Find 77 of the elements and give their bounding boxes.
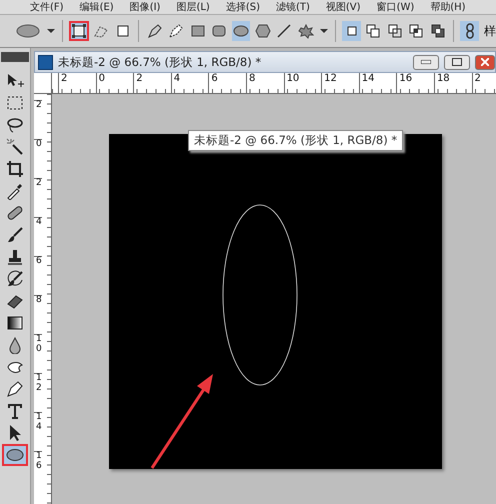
ruler-number: 6 xyxy=(208,73,246,93)
menu-item[interactable]: 编辑(E) xyxy=(80,0,114,14)
maximize-icon xyxy=(452,58,462,66)
ruler-number: 4 xyxy=(34,217,42,256)
link-button[interactable] xyxy=(460,21,479,41)
overlapping-squares-icon xyxy=(365,23,382,39)
ruler-number: 2 xyxy=(58,73,96,93)
ruler-number: 14 xyxy=(34,412,42,451)
rectangle-icon xyxy=(190,23,206,39)
ellipse-icon xyxy=(233,23,250,39)
ruler-number: 4 xyxy=(170,73,208,93)
freeform-pen-icon xyxy=(168,23,184,39)
brush-icon xyxy=(6,226,24,244)
ruler-number: 12 xyxy=(321,73,359,93)
new-layer-mode-button[interactable] xyxy=(342,21,361,41)
square-icon xyxy=(115,23,132,39)
menu-item[interactable]: 图层(L) xyxy=(176,0,210,14)
ruler-number: 14 xyxy=(358,73,396,93)
stamp-icon xyxy=(6,248,24,266)
menu-item[interactable]: 帮助(H) xyxy=(430,0,466,14)
ellipse-icon xyxy=(6,446,24,464)
minimize-button[interactable] xyxy=(413,54,439,70)
ruler-number: 10 xyxy=(34,334,42,373)
intersect-squares-icon xyxy=(408,23,424,39)
tooltip: 未标题-2 @ 66.7% (形状 1, RGB/8) * xyxy=(188,130,404,151)
square-handles-icon xyxy=(71,23,88,39)
ruler-number: 2 xyxy=(34,100,42,139)
close-button[interactable] xyxy=(475,54,495,70)
menu-item[interactable]: 文件(F) xyxy=(30,0,64,14)
style-label: 样 xyxy=(484,22,496,40)
ruler-number: 16 xyxy=(396,73,434,93)
ruler-number: 8 xyxy=(34,295,42,334)
splat-shape-icon xyxy=(298,23,314,39)
ruler-number: 8 xyxy=(246,73,284,93)
minimize-icon xyxy=(421,60,431,64)
type-tool-icon xyxy=(6,402,24,420)
history-brush-icon xyxy=(6,270,24,288)
menu-item[interactable]: 图像(I) xyxy=(130,0,160,14)
menu-item[interactable]: 视图(V) xyxy=(326,0,361,14)
menu-item[interactable]: 窗口(W) xyxy=(376,0,414,14)
hexagon-icon xyxy=(254,23,271,39)
subtract-squares-icon xyxy=(386,23,403,39)
rounded-rectangle-icon xyxy=(211,23,228,39)
ruler-number: 12 xyxy=(34,373,42,412)
ruler-number: 18 xyxy=(434,73,472,93)
ruler-number: 6 xyxy=(34,256,42,295)
pen-icon xyxy=(6,380,24,398)
menu-item[interactable]: 滤镜(T) xyxy=(276,0,310,14)
caret-icon xyxy=(320,28,328,34)
marquee-icon xyxy=(6,94,24,112)
ruler-number: 10 xyxy=(284,73,322,93)
magic-wand-icon xyxy=(6,138,24,156)
app-icon xyxy=(38,54,53,70)
panel-grip xyxy=(1,52,29,62)
crop-icon xyxy=(6,160,24,178)
move-arrow-icon xyxy=(6,72,24,90)
tool-button[interactable] xyxy=(2,444,28,466)
eyedropper-icon xyxy=(6,182,24,200)
pen-icon xyxy=(146,23,163,39)
ellipse-icon xyxy=(15,23,41,39)
gradient-icon xyxy=(6,314,24,332)
ellipse-tool-button[interactable] xyxy=(232,21,250,41)
ruler-number: 16 xyxy=(34,451,42,490)
close-icon xyxy=(481,58,489,66)
caret-icon xyxy=(46,28,55,34)
ruler-number: 2 xyxy=(133,73,171,93)
ruler-number: 2 xyxy=(34,178,42,217)
menu-item[interactable]: 选择(S) xyxy=(226,0,260,14)
lasso-icon xyxy=(6,116,24,134)
exclude-squares-icon xyxy=(430,23,446,39)
ruler-number: 0 xyxy=(34,139,42,178)
shape-layers-button[interactable] xyxy=(69,21,90,41)
ruler-number: 0 xyxy=(96,73,134,93)
document-title: 未标题-2 @ 66.7% (形状 1, RGB/8) * xyxy=(58,54,262,70)
maximize-button[interactable] xyxy=(444,54,470,70)
ruler-number: 2 xyxy=(472,73,496,93)
line-icon xyxy=(276,23,292,39)
